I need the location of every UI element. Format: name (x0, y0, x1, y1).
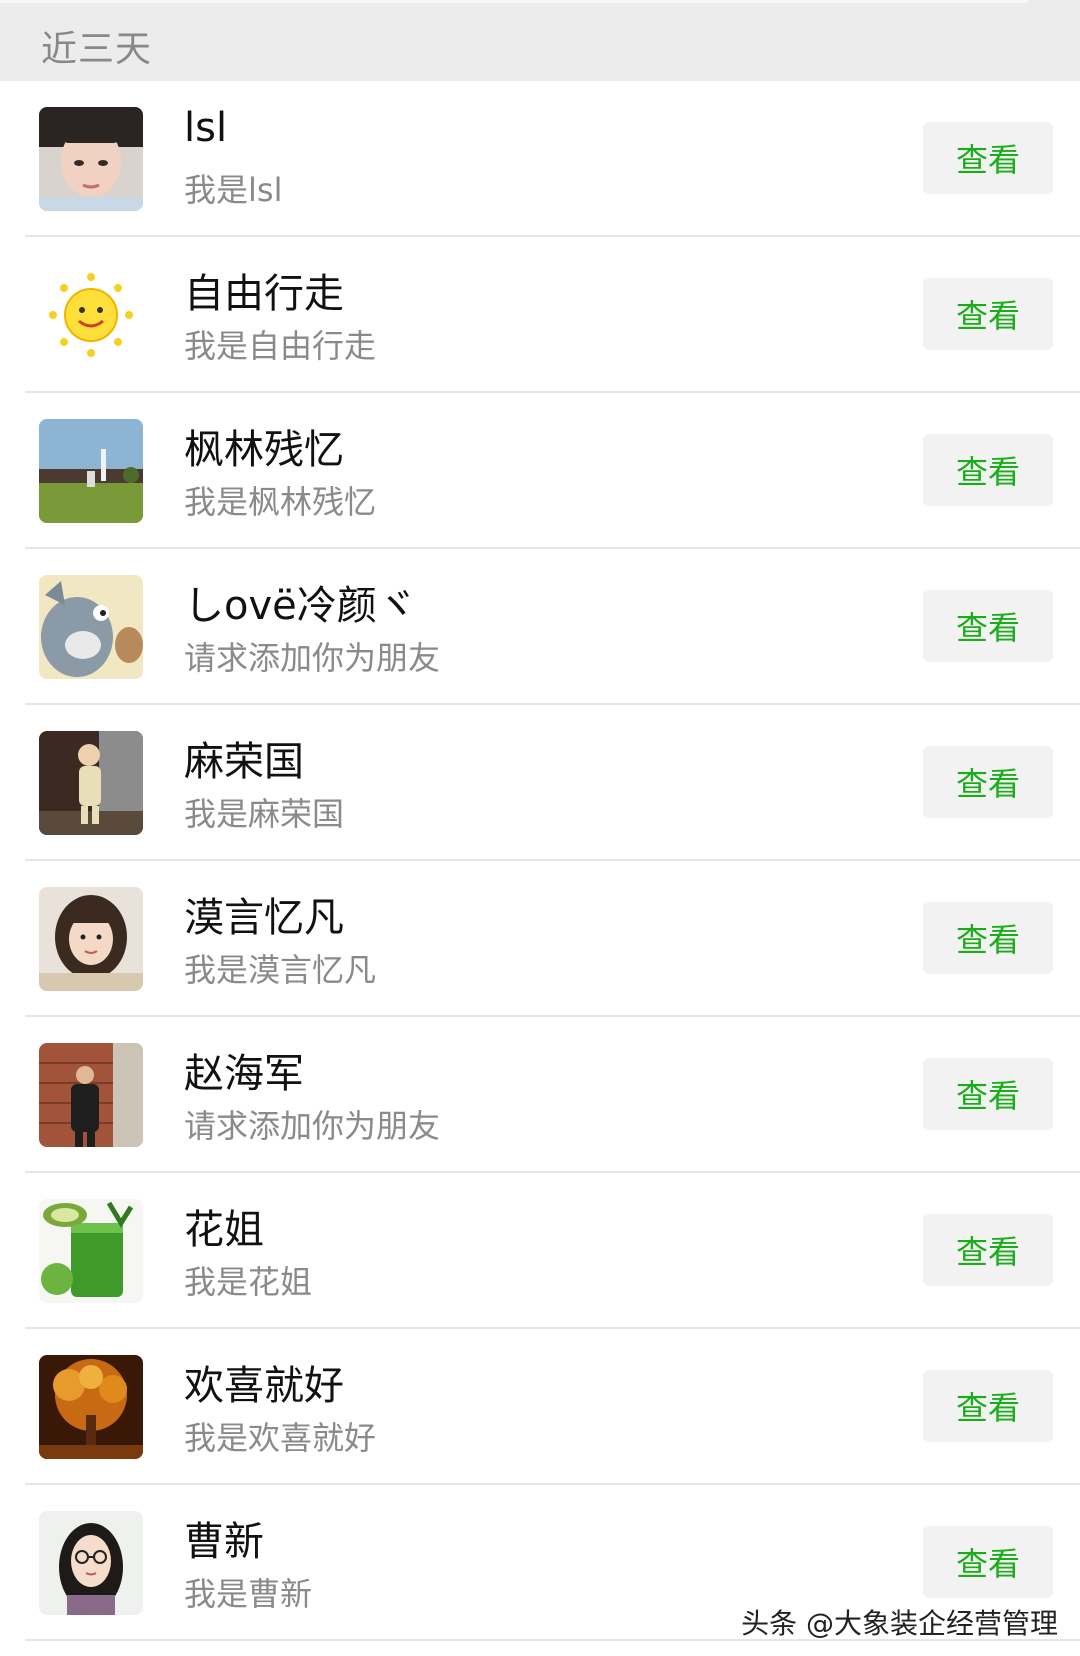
section-title: 近三天 (41, 29, 153, 70)
friend-request-row[interactable]: 欢喜就好 我是欢喜就好 查看 (0, 1329, 1080, 1485)
view-button[interactable]: 查看 (923, 278, 1053, 350)
request-message: 请求添加你为朋友 (184, 639, 441, 677)
woman-glasses-icon (39, 1511, 143, 1615)
avatar[interactable] (39, 419, 143, 523)
view-button[interactable]: 查看 (923, 122, 1053, 194)
requester-name: 花姐 (184, 1207, 264, 1253)
request-message: 我是枫林残忆 (184, 483, 377, 521)
sun-emoji-icon (39, 263, 143, 367)
section-header: 近三天 (0, 0, 1080, 81)
requester-name: 赵海军 (184, 1051, 304, 1097)
request-message: 我是漠言忆凡 (184, 951, 377, 989)
friend-request-row[interactable]: 漠言忆凡 我是漠言忆凡 查看 (0, 861, 1080, 1017)
request-message: 我是lsl (184, 171, 283, 209)
friend-request-row[interactable]: しovë冷颜ヾ 请求添加你为朋友 查看 (0, 549, 1080, 705)
avatar[interactable] (39, 107, 143, 211)
avatar[interactable] (39, 731, 143, 835)
avatar[interactable] (39, 1511, 143, 1615)
friend-request-list: lsl 我是lsl 查看 自由行走 我是自由行走 查看 枫林残忆 我是枫林残忆 … (0, 81, 1080, 1641)
request-message: 我是欢喜就好 (184, 1419, 377, 1457)
view-button[interactable]: 查看 (923, 1526, 1053, 1598)
friend-request-row[interactable]: 花姐 我是花姐 查看 (0, 1173, 1080, 1329)
view-button[interactable]: 查看 (923, 746, 1053, 818)
avatar[interactable] (39, 1355, 143, 1459)
friend-request-row[interactable]: 自由行走 我是自由行走 查看 (0, 237, 1080, 393)
friend-request-row[interactable]: 枫林残忆 我是枫林残忆 查看 (0, 393, 1080, 549)
friend-request-row[interactable]: lsl 我是lsl 查看 (0, 81, 1080, 237)
watermark-text: 头条 @大象装企经营管理 (741, 1607, 1058, 1640)
view-button[interactable]: 查看 (923, 434, 1053, 506)
request-message: 我是花姐 (184, 1263, 313, 1301)
green-juice-icon (39, 1199, 143, 1303)
view-button[interactable]: 查看 (923, 1058, 1053, 1130)
requester-name: 欢喜就好 (184, 1363, 344, 1409)
avatar[interactable] (39, 1199, 143, 1303)
child-photo-icon (39, 731, 143, 835)
view-button[interactable]: 查看 (923, 1370, 1053, 1442)
view-button[interactable]: 查看 (923, 902, 1053, 974)
request-message: 我是自由行走 (184, 327, 377, 365)
requester-name: 漠言忆凡 (184, 895, 344, 941)
autumn-tree-icon (39, 1355, 143, 1459)
requester-name: 自由行走 (184, 271, 344, 317)
header-top-divider (0, 0, 1028, 3)
requester-name: 麻荣国 (184, 739, 304, 785)
requester-name: 曹新 (184, 1519, 264, 1565)
avatar[interactable] (39, 575, 143, 679)
requester-name: lsl (184, 105, 228, 151)
friend-request-row[interactable]: 赵海军 请求添加你为朋友 查看 (0, 1017, 1080, 1173)
view-button[interactable]: 查看 (923, 590, 1053, 662)
man-brick-wall-icon (39, 1043, 143, 1147)
request-message: 我是曹新 (184, 1575, 313, 1613)
cartoon-cat-icon (39, 575, 143, 679)
woman-face-icon (39, 107, 143, 211)
requester-name: 枫林残忆 (184, 427, 344, 473)
avatar[interactable] (39, 263, 143, 367)
avatar[interactable] (39, 887, 143, 991)
woman-portrait-icon (39, 887, 143, 991)
view-button[interactable]: 查看 (923, 1214, 1053, 1286)
landscape-photo-icon (39, 419, 143, 523)
friend-request-row[interactable]: 麻荣国 我是麻荣国 查看 (0, 705, 1080, 861)
requester-name: しovë冷颜ヾ (184, 583, 417, 629)
avatar[interactable] (39, 1043, 143, 1147)
request-message: 我是麻荣国 (184, 795, 345, 833)
request-message: 请求添加你为朋友 (184, 1107, 441, 1145)
